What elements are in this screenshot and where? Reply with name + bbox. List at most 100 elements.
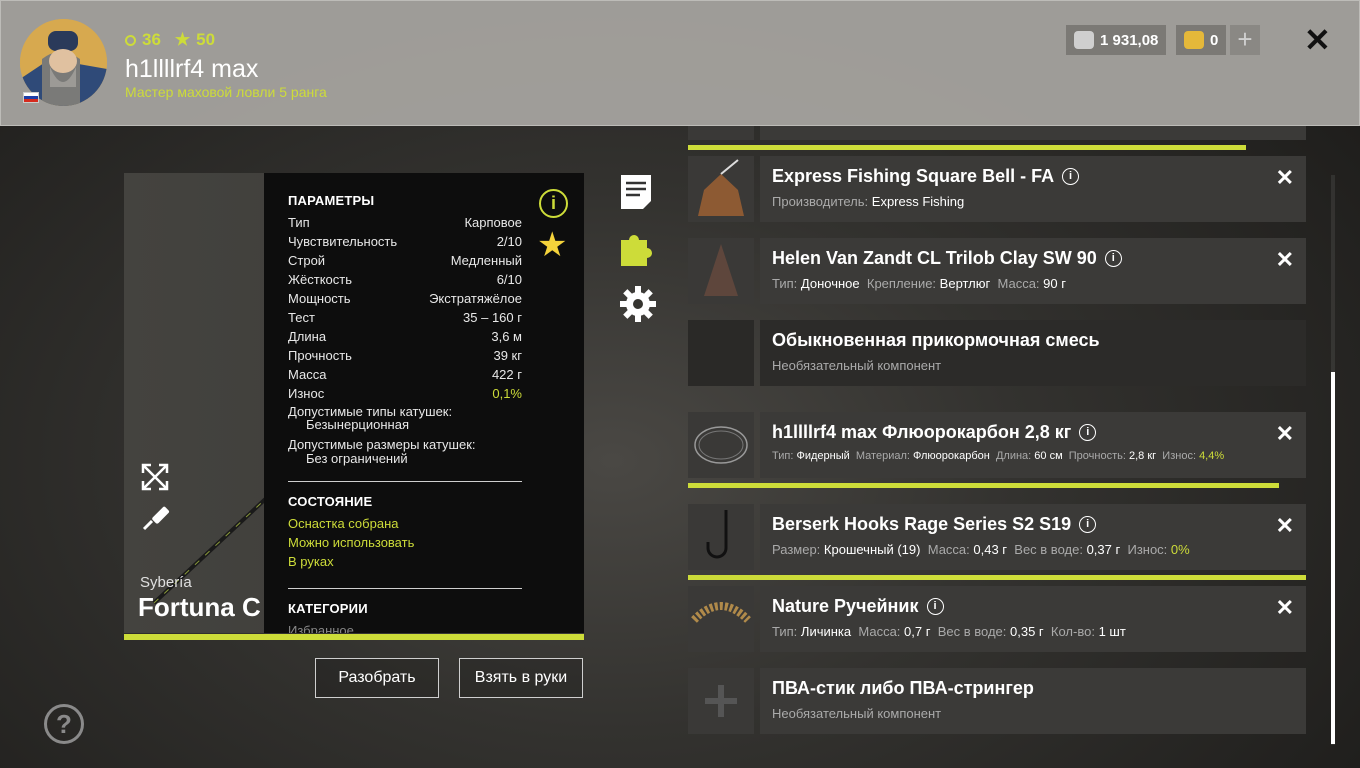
remove-icon[interactable]: ✕	[1276, 165, 1294, 191]
player-stars: 50	[196, 30, 216, 49]
item-desc: Производитель: Express Fishing	[772, 194, 965, 209]
item-name: Nature Ручейник	[772, 596, 919, 616]
info-icon[interactable]: i	[1104, 250, 1122, 267]
expand-icon[interactable]	[140, 462, 170, 497]
param-value: 3,6 м	[491, 329, 522, 344]
param-key: Жёсткость	[288, 272, 352, 287]
param-value: 39 кг	[493, 348, 522, 363]
param-value: Медленный	[450, 253, 522, 268]
document-tab-icon[interactable]	[619, 173, 653, 216]
item-desc: Необязательный компонент	[772, 358, 942, 373]
gold-balance[interactable]: 0	[1176, 25, 1226, 55]
list-item-groundbait[interactable]: Обыкновенная прикормочная смесь Необязат…	[688, 320, 1306, 386]
param-key: Строй	[288, 253, 326, 268]
puzzle-tab-icon[interactable]	[619, 230, 657, 273]
param-key: Тест	[288, 310, 315, 325]
silver-amount: 1 931,08	[1100, 31, 1159, 49]
remove-icon[interactable]: ✕	[1276, 595, 1294, 621]
param-value: 6/10	[496, 272, 522, 287]
rod-name: Fortuna C	[138, 592, 261, 622]
help-icon[interactable]: ?	[44, 704, 84, 744]
param-row: Износ 0,1%	[288, 386, 522, 405]
remove-icon[interactable]: ✕	[1276, 247, 1294, 273]
param-key: Длина	[288, 329, 327, 344]
assembly-tool-icon[interactable]	[140, 503, 170, 538]
info-icon[interactable]: i	[1062, 168, 1080, 185]
player-name: h1llllrf4 max	[125, 55, 259, 83]
item-desc: Тип: Фидерный Материал: Флюорокарбон Дли…	[772, 450, 1225, 462]
info-icon[interactable]: i	[1079, 424, 1097, 441]
list-item-pva[interactable]: ПВА-стик либо ПВА-стрингер Необязательны…	[688, 668, 1306, 734]
item-name: Express Fishing Square Bell - FA	[772, 166, 1055, 186]
reel-types-value: Безынерционная	[306, 417, 409, 432]
rod-condition-bar	[124, 634, 584, 640]
param-value: Карповое	[464, 215, 522, 230]
param-row: Чувствительность 2/10	[288, 234, 522, 253]
item-thumbnail	[688, 238, 754, 304]
hook-condition-bar	[688, 575, 1306, 580]
state-usable: Можно использовать	[288, 535, 415, 550]
add-gold-button[interactable]: +	[1230, 25, 1260, 55]
reel-condition-bar	[688, 145, 1246, 150]
categories-title: КАТЕГОРИИ	[288, 601, 368, 616]
param-row: Тест 35 – 160 г	[288, 310, 522, 329]
info-icon[interactable]: i	[539, 189, 568, 218]
state-in-hands: В руках	[288, 554, 334, 569]
favorite-star-icon[interactable]: ★	[537, 228, 567, 262]
param-row: Мощность Экстратяжёлое	[288, 291, 522, 310]
item-thumbnail	[688, 156, 754, 222]
param-row: Длина 3,6 м	[288, 329, 522, 348]
leader-condition-bar	[688, 483, 1279, 488]
close-icon[interactable]: ✕	[1304, 24, 1331, 56]
player-title: Мастер маховой ловли 5 ранга	[125, 84, 327, 100]
item-name: Helen Van Zandt CL Trilob Clay SW 90	[772, 248, 1097, 268]
item-desc: Необязательный компонент	[772, 706, 942, 721]
item-thumbnail	[688, 412, 754, 478]
param-row: Прочность 39 кг	[288, 348, 522, 367]
reel-sizes-label: Допустимые размеры катушек:	[288, 437, 476, 452]
state-title: СОСТОЯНИЕ	[288, 494, 373, 509]
param-value: 2/10	[496, 234, 522, 249]
clipped-item	[688, 126, 1306, 140]
param-row: Тип Карповое	[288, 215, 522, 234]
list-item-sinker[interactable]: Helen Van Zandt CL Trilob Clay SW 90 i Ти…	[688, 238, 1306, 304]
param-key: Износ	[288, 386, 325, 401]
item-desc: Тип: Доночное Крепление: Вертлюг Масса: …	[772, 276, 1066, 291]
item-name: ПВА-стик либо ПВА-стрингер	[772, 678, 1034, 698]
rod-brand: Sybería	[140, 574, 192, 591]
info-icon[interactable]: i	[926, 598, 944, 615]
list-item-hook[interactable]: Berserk Hooks Rage Series S2 S19 i Размер…	[688, 504, 1306, 570]
param-value: 422 г	[491, 367, 522, 382]
remove-icon[interactable]: ✕	[1276, 421, 1294, 447]
item-desc: Размер: Крошечный (19) Масса: 0,43 г Вес…	[772, 542, 1190, 557]
player-level: 36	[142, 30, 161, 49]
item-thumbnail	[688, 586, 754, 652]
player-stats: 36 ★ 50	[125, 30, 215, 50]
rod-params-panel[interactable]: ПАРАМЕТРЫ Тип Карповое Чувствительность 2/1…	[264, 173, 584, 633]
russia-flag-icon	[23, 92, 39, 103]
list-item-bait[interactable]: Nature Ручейник i Тип: Личинка Масса: 0,7…	[688, 586, 1306, 652]
scrollbar-thumb[interactable]	[1331, 372, 1335, 744]
param-key: Мощность	[288, 291, 351, 306]
disassemble-button[interactable]: Разобрать	[315, 658, 439, 698]
item-thumbnail	[688, 504, 754, 570]
param-row: Строй Медленный	[288, 253, 522, 272]
category-favorite: Избранное	[288, 623, 354, 633]
info-icon[interactable]: i	[1079, 516, 1097, 533]
reel-sizes-value: Без ограничений	[306, 451, 408, 466]
list-item-feeder[interactable]: Express Fishing Square Bell - FA i Произв…	[688, 156, 1306, 222]
gold-coin-icon	[1184, 31, 1204, 49]
item-thumbnail	[688, 320, 754, 386]
silver-balance[interactable]: 1 931,08	[1066, 25, 1166, 55]
param-value: 0,1%	[492, 386, 522, 401]
gear-tab-icon[interactable]	[619, 285, 657, 328]
list-item-leader[interactable]: h1llllrf4 max Флюорокарбон 2,8 кг i Тип: …	[688, 412, 1306, 478]
param-row: Жёсткость 6/10	[288, 272, 522, 291]
param-value: Экстратяжёлое	[429, 291, 522, 306]
remove-icon[interactable]: ✕	[1276, 513, 1294, 539]
take-in-hands-button[interactable]: Взять в руки	[459, 658, 583, 698]
state-assembled: Оснастка собрана	[288, 516, 399, 531]
silver-coin-icon	[1074, 31, 1094, 49]
param-key: Масса	[288, 367, 327, 382]
add-slot-thumbnail[interactable]	[688, 668, 754, 734]
